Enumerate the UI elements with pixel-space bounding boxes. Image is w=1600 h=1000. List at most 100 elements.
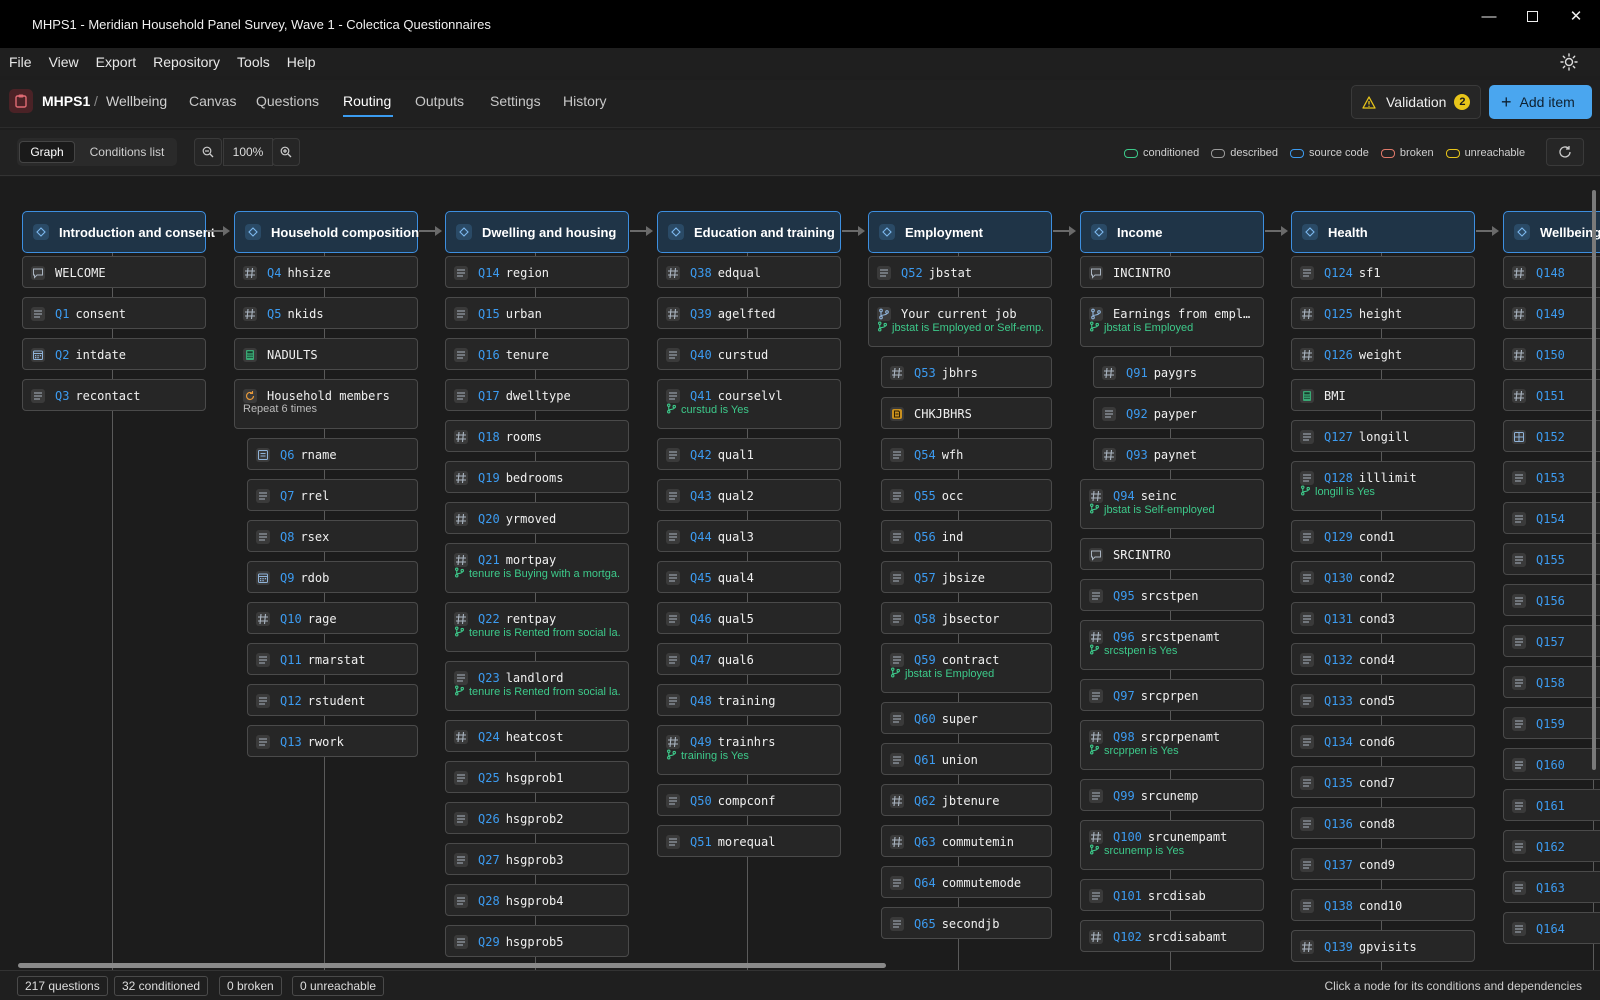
question-node[interactable]: Q102 srcdisabamt xyxy=(1080,920,1264,952)
question-node[interactable]: Q135 cond7 xyxy=(1291,766,1475,798)
section-header[interactable]: Education and training xyxy=(657,211,841,253)
question-node[interactable]: BMI xyxy=(1291,379,1475,411)
question-node[interactable]: Q150 xyxy=(1503,338,1600,370)
question-node[interactable]: Q131 cond3 xyxy=(1291,602,1475,634)
horizontal-scrollbar[interactable] xyxy=(18,963,886,968)
question-node[interactable]: Q22 rentpay tenure is Rented from social l… xyxy=(445,602,629,652)
question-node[interactable]: Q64 commutemode xyxy=(881,866,1052,898)
question-node[interactable]: Q152 xyxy=(1503,420,1600,452)
question-node[interactable]: Q98 srcprpenamt srcprpen is Yes xyxy=(1080,720,1264,770)
question-node[interactable]: Q158 xyxy=(1503,666,1600,698)
vertical-scrollbar[interactable] xyxy=(1592,190,1596,770)
question-node[interactable]: Q161 xyxy=(1503,789,1600,821)
question-node[interactable]: Q149 xyxy=(1503,297,1600,329)
question-node[interactable]: Q8 rsex xyxy=(247,520,418,552)
routing-graph-canvas[interactable]: Introduction and consent WELCOME Q1 consent… xyxy=(0,177,1600,970)
question-node[interactable]: Q95 srcstpen xyxy=(1080,579,1264,611)
menu-repository[interactable]: Repository xyxy=(153,54,220,70)
question-node[interactable]: Q20 yrmoved xyxy=(445,502,629,534)
question-node[interactable]: Q99 srcunemp xyxy=(1080,779,1264,811)
menu-export[interactable]: Export xyxy=(96,54,136,70)
refresh-button[interactable] xyxy=(1546,138,1584,166)
question-node[interactable]: Q28 hsgprob4 xyxy=(445,884,629,916)
question-node[interactable]: Q3 recontact xyxy=(22,379,206,411)
question-node[interactable]: Q49 trainhrs training is Yes xyxy=(657,725,841,775)
question-node[interactable]: Q25 hsgprob1 xyxy=(445,761,629,793)
menu-tools[interactable]: Tools xyxy=(237,54,270,70)
question-node[interactable]: Q16 tenure xyxy=(445,338,629,370)
tab-routing[interactable]: Routing xyxy=(343,93,391,109)
question-node[interactable]: Q136 cond8 xyxy=(1291,807,1475,839)
question-node[interactable]: Q42 qual1 xyxy=(657,438,841,470)
breadcrumb-project[interactable]: MHPS1 xyxy=(42,93,90,109)
question-node[interactable]: Q139 gpvisits xyxy=(1291,930,1475,962)
question-node[interactable]: Q21 mortpay tenure is Buying with a mortga… xyxy=(445,543,629,593)
question-node[interactable]: Q133 cond5 xyxy=(1291,684,1475,716)
question-node[interactable]: Q128 illlimit longill is Yes xyxy=(1291,461,1475,511)
question-node[interactable]: Q162 xyxy=(1503,830,1600,862)
question-node[interactable]: Q54 wfh xyxy=(881,438,1052,470)
question-node[interactable]: Q55 occ xyxy=(881,479,1052,511)
question-node[interactable]: Q129 cond1 xyxy=(1291,520,1475,552)
question-node[interactable]: Q124 sf1 xyxy=(1291,256,1475,288)
question-node[interactable]: Q126 weight xyxy=(1291,338,1475,370)
tab-canvas[interactable]: Canvas xyxy=(189,93,236,109)
question-node[interactable]: Q58 jbsector xyxy=(881,602,1052,634)
question-node[interactable]: Earnings from employ...jbstat is Employe… xyxy=(1080,297,1264,347)
question-node[interactable]: Q127 longill xyxy=(1291,420,1475,452)
question-node[interactable]: Q61 union xyxy=(881,743,1052,775)
question-node[interactable]: Q62 jbtenure xyxy=(881,784,1052,816)
question-node[interactable]: Q14 region xyxy=(445,256,629,288)
section-header[interactable]: Wellbeing xyxy=(1503,211,1600,253)
question-node[interactable]: Q65 secondjb xyxy=(881,907,1052,939)
section-header[interactable]: Employment xyxy=(868,211,1052,253)
menu-file[interactable]: File xyxy=(9,54,32,70)
tab-questions[interactable]: Questions xyxy=(256,93,319,109)
question-node[interactable]: Q7 rrel xyxy=(247,479,418,511)
question-node[interactable]: CHKJBHRS xyxy=(881,397,1052,429)
question-node[interactable]: Q157 xyxy=(1503,625,1600,657)
question-node[interactable]: WELCOME xyxy=(22,256,206,288)
question-node[interactable]: Q94 seinc jbstat is Self-employed xyxy=(1080,479,1264,529)
question-node[interactable]: Q125 height xyxy=(1291,297,1475,329)
question-node[interactable]: Q1 consent xyxy=(22,297,206,329)
question-node[interactable]: Q151 xyxy=(1503,379,1600,411)
section-header[interactable]: Income xyxy=(1080,211,1264,253)
question-node[interactable]: Q154 xyxy=(1503,502,1600,534)
question-node[interactable]: Q100 srcunempamt srcunemp is Yes xyxy=(1080,820,1264,870)
maximize-button[interactable] xyxy=(1509,0,1555,32)
question-node[interactable]: Q9 rdob xyxy=(247,561,418,593)
menu-view[interactable]: View xyxy=(49,54,79,70)
question-node[interactable]: Q63 commutemin xyxy=(881,825,1052,857)
question-node[interactable]: Q26 hsgprob2 xyxy=(445,802,629,834)
question-node[interactable]: Q29 hsgprob5 xyxy=(445,925,629,957)
question-node[interactable]: Q97 srcprpen xyxy=(1080,679,1264,711)
question-node[interactable]: Q15 urban xyxy=(445,297,629,329)
question-node[interactable]: Q52 jbstat xyxy=(868,256,1052,288)
question-node[interactable]: Your current job jbstat is Employed or Se… xyxy=(868,297,1052,347)
zoom-in-button[interactable] xyxy=(272,138,300,166)
zoom-out-button[interactable] xyxy=(194,138,222,166)
question-node[interactable]: Q160 xyxy=(1503,748,1600,780)
tab-history[interactable]: History xyxy=(563,93,607,109)
question-node[interactable]: Q101 srcdisab xyxy=(1080,879,1264,911)
question-node[interactable]: Q18 rooms xyxy=(445,420,629,452)
question-node[interactable]: Q23 landlord tenure is Rented from social … xyxy=(445,661,629,711)
section-header[interactable]: Health xyxy=(1291,211,1475,253)
question-node[interactable]: Q93 paynet xyxy=(1093,438,1264,470)
question-node[interactable]: Q5 nkids xyxy=(234,297,418,329)
question-node[interactable]: Q134 cond6 xyxy=(1291,725,1475,757)
question-node[interactable]: Q92 payper xyxy=(1093,397,1264,429)
question-node[interactable]: Q138 cond10 xyxy=(1291,889,1475,921)
menu-help[interactable]: Help xyxy=(287,54,316,70)
question-node[interactable]: Q50 compconf xyxy=(657,784,841,816)
question-node[interactable]: Q24 heatcost xyxy=(445,720,629,752)
question-node[interactable]: Q96 srcstpenamt srcstpen is Yes xyxy=(1080,620,1264,670)
question-node[interactable]: Q130 cond2 xyxy=(1291,561,1475,593)
question-node[interactable]: Q45 qual4 xyxy=(657,561,841,593)
breadcrumb-section[interactable]: Wellbeing xyxy=(106,93,167,109)
close-button[interactable]: ✕ xyxy=(1553,0,1599,32)
question-node[interactable]: Q27 hsgprob3 xyxy=(445,843,629,875)
section-header[interactable]: Household composition xyxy=(234,211,419,253)
question-node[interactable]: Q60 super xyxy=(881,702,1052,734)
